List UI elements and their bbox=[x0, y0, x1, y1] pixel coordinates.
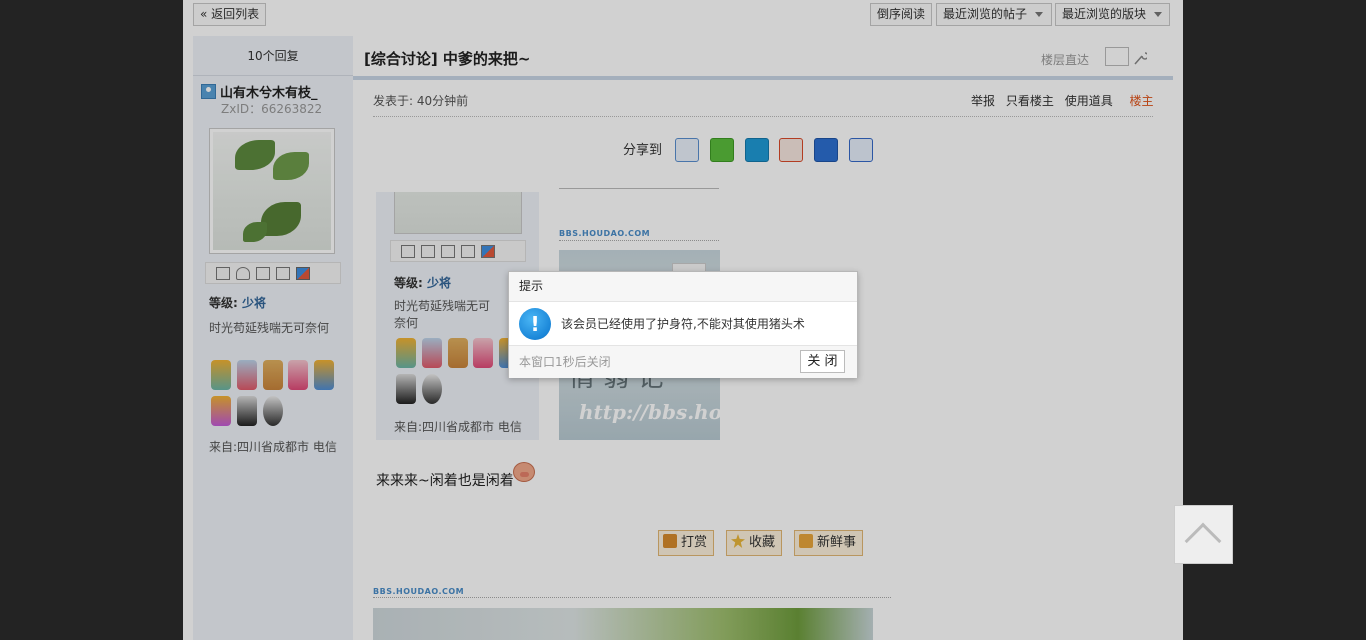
dialog-footer: 本窗口1秒后关闭 关 闭 bbox=[509, 345, 857, 378]
close-button[interactable]: 关 闭 bbox=[800, 350, 845, 373]
dialog-body: ! 该会员已经使用了护身符,不能对其使用猪头术 bbox=[509, 302, 857, 345]
dialog-title: 提示 bbox=[509, 272, 857, 302]
back-to-top-button[interactable] bbox=[1174, 505, 1233, 564]
dialog-message: 该会员已经使用了护身符,不能对其使用猪头术 bbox=[561, 317, 805, 331]
info-icon: ! bbox=[519, 308, 551, 340]
alert-dialog: 提示 ! 该会员已经使用了护身符,不能对其使用猪头术 本窗口1秒后关闭 关 闭 bbox=[508, 271, 858, 378]
chevron-up-icon bbox=[1184, 522, 1222, 560]
dialog-countdown: 本窗口1秒后关闭 bbox=[519, 355, 611, 369]
